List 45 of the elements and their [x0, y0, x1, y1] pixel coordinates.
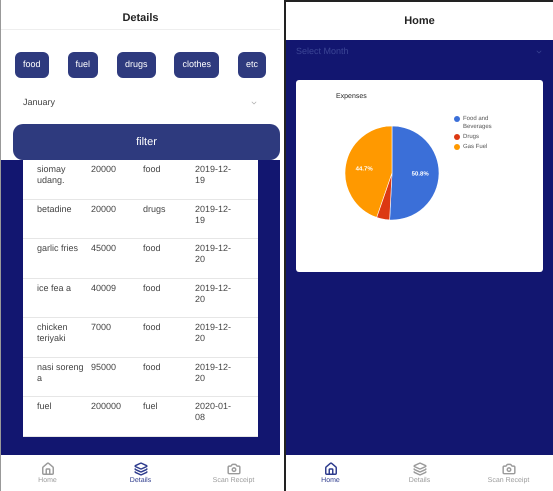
table-cell-text: food: [143, 164, 162, 175]
category-chip[interactable]: fuel: [68, 52, 98, 78]
category-chip[interactable]: food: [15, 52, 49, 78]
table-cell-text: food: [143, 243, 162, 254]
table-cell-text: 2019-12-20: [195, 362, 232, 384]
screen-title: Home: [404, 14, 435, 29]
screen-title: Details: [122, 11, 159, 26]
house-icon: [324, 462, 338, 476]
table-cell-text: 2019-12-20: [195, 322, 232, 344]
table-cell-text: 2020-01-08: [195, 401, 232, 423]
table-cell-text: 7000: [91, 322, 112, 333]
camera-icon: [226, 462, 240, 476]
table-cell-text: ice fea a: [37, 282, 72, 294]
table-cell-text: garlic fries: [37, 243, 80, 254]
category-chip[interactable]: drugs: [116, 52, 156, 78]
table-cell-text: 95000: [91, 362, 118, 372]
table-cell-text: betadine: [37, 204, 73, 214]
table-cell-text: 200000: [91, 401, 122, 412]
table-cell-text: 2019-12-19: [195, 164, 232, 186]
table-cell-text: drugs: [143, 204, 167, 214]
table-cell-text: siomay udang.: [37, 164, 67, 186]
category-chip[interactable]: etc: [238, 52, 266, 78]
house-icon: [40, 462, 54, 476]
table-cell-text: fuel: [143, 401, 159, 412]
table-cell-text: 2019-12-20: [195, 282, 232, 304]
table-cell-text: 20000: [91, 164, 118, 175]
table-cell-text: 20000: [91, 204, 118, 214]
camera-icon: [502, 462, 516, 476]
category-chip[interactable]: clothes: [174, 52, 219, 78]
table-cell-text: 40009: [91, 282, 118, 294]
month-dropdown[interactable]: January: [1, 90, 280, 116]
layers-icon: [412, 462, 426, 476]
table-cell-text: food: [143, 322, 162, 333]
table-cell-text: food: [143, 282, 162, 294]
caret-icon: [535, 48, 543, 56]
table-cell-text: 2019-12-19: [195, 204, 232, 226]
table-cell-text: food: [143, 362, 162, 372]
table-cell-text: chicken teriyaki: [37, 322, 69, 344]
caret-icon: [250, 99, 258, 107]
table-cell-text: 2019-12-20: [195, 243, 232, 265]
layers-icon: [134, 462, 148, 476]
filter-button[interactable]: filter: [13, 124, 280, 160]
table-cell-text: nasi soreng a: [37, 362, 85, 384]
table-cell-text: 45000: [91, 243, 118, 254]
table-cell-text: fuel: [37, 401, 53, 412]
